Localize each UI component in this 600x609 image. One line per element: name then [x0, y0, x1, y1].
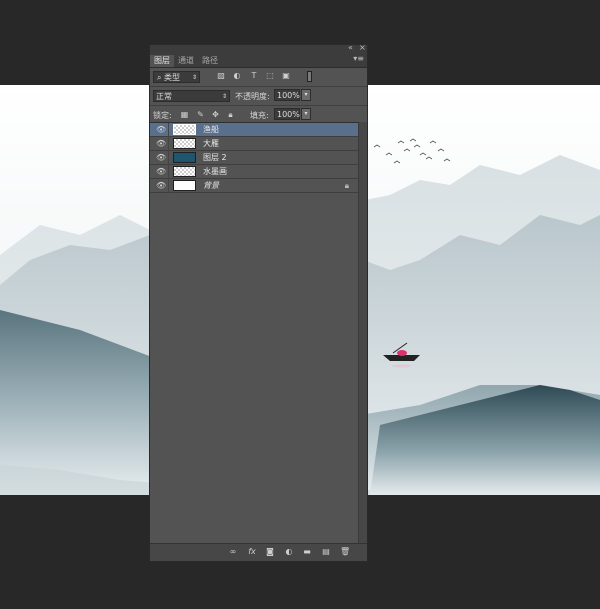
trash-icon[interactable]: 🗑︎ — [340, 547, 350, 557]
opacity-label: 不透明度: — [235, 92, 270, 101]
chevron-updown-icon: ⇕ — [191, 74, 197, 81]
layer-thumbnail — [173, 152, 196, 163]
layer-thumbnail — [173, 124, 196, 135]
eye-icon[interactable]: 👁︎ — [156, 153, 166, 163]
filter-type-label: 类型 — [164, 73, 181, 82]
lock-transparent-pixels-icon[interactable]: ▦ — [180, 110, 189, 119]
eye-icon[interactable]: 👁︎ — [156, 139, 166, 149]
layer-name[interactable]: 渔船 — [203, 124, 219, 136]
layer-row[interactable]: 👁︎ 图层 2 — [150, 151, 359, 165]
layer-filter-select[interactable]: ⌕ 类型 ⇕ — [153, 71, 200, 83]
new-layer-icon[interactable]: ▤ — [321, 547, 331, 557]
chevron-updown-icon: ⇕ — [221, 93, 227, 100]
search-icon: ⌕ — [157, 73, 162, 82]
adjustment-layer-icon[interactable]: ◐ — [284, 547, 294, 557]
pixel-filter-icon[interactable]: ▨ — [216, 71, 226, 81]
type-filter-icon[interactable]: T — [249, 71, 259, 81]
layer-row[interactable]: 👁︎ 水墨画 — [150, 165, 359, 179]
divider — [168, 137, 169, 151]
divider — [168, 165, 169, 179]
add-mask-icon[interactable]: ◙ — [265, 547, 275, 557]
layer-row[interactable]: 👁︎ 渔船 — [150, 123, 359, 137]
new-group-folder-icon[interactable]: ▬ — [302, 547, 312, 557]
filter-row: ⌕ 类型 ⇕ ▨ ◐ T ⬚ ▣ — [150, 68, 367, 86]
fill-input[interactable]: 100% — [274, 108, 300, 120]
opacity-dropdown-button[interactable]: ▾ — [301, 89, 311, 101]
smart-object-filter-icon[interactable]: ▣ — [281, 71, 291, 81]
lock-icon: 🔒︎ — [344, 181, 349, 190]
layer-name[interactable]: 水墨画 — [203, 166, 227, 178]
layers-panel: « × 图层 通道 路径 ▾≡ ⌕ 类型 ⇕ ▨ ◐ T ⬚ ▣ 正常 ⇕ 不透… — [149, 43, 368, 562]
layer-thumbnail — [173, 180, 196, 191]
tab-layers[interactable]: 图层 — [150, 55, 174, 67]
layer-name[interactable]: 背景 — [203, 180, 219, 192]
panel-menu-icon[interactable]: ▾≡ — [353, 54, 364, 63]
eye-icon[interactable]: 👁︎ — [156, 167, 166, 177]
opacity-input[interactable]: 100% — [274, 89, 300, 101]
blend-row: 正常 ⇕ 不透明度: 100% ▾ — [150, 87, 367, 105]
divider — [168, 123, 169, 137]
eye-icon[interactable]: 👁︎ — [156, 125, 166, 135]
lock-label: 锁定: — [153, 111, 172, 120]
layer-style-fx-icon[interactable]: fx — [247, 547, 257, 557]
lock-position-icon[interactable]: ✥ — [211, 110, 220, 119]
panel-title-strip: « × — [150, 43, 367, 54]
layer-row[interactable]: 👁︎ 背景 🔒︎ — [150, 179, 359, 193]
blend-mode-value: 正常 — [156, 92, 172, 101]
shape-filter-icon[interactable]: ⬚ — [265, 71, 275, 81]
layers-list: 👁︎ 渔船 👁︎ 大雁 👁︎ 图层 2 👁︎ 水墨画 👁︎ 背景 🔒︎ — [150, 122, 359, 545]
fill-label: 填充: — [250, 111, 269, 120]
fill-dropdown-button[interactable]: ▾ — [301, 108, 311, 120]
collapse-arrows-icon[interactable]: « — [348, 43, 353, 52]
filter-toggle-switch[interactable] — [307, 71, 312, 82]
layer-thumbnail — [173, 166, 196, 177]
layer-row[interactable]: 👁︎ 大雁 — [150, 137, 359, 151]
close-icon[interactable]: × — [359, 43, 366, 52]
lock-all-icon[interactable]: 🔒︎ — [226, 110, 235, 119]
divider — [168, 179, 169, 193]
eye-icon[interactable]: 👁︎ — [156, 181, 166, 191]
lock-image-pixels-icon[interactable]: ✎ — [196, 110, 205, 119]
divider — [168, 151, 169, 165]
panel-tabs: 图层 通道 路径 ▾≡ — [150, 54, 367, 68]
adjustment-filter-icon[interactable]: ◐ — [232, 71, 242, 81]
layer-thumbnail — [173, 138, 196, 149]
link-layers-icon[interactable]: ∞ — [228, 547, 238, 557]
layer-name[interactable]: 图层 2 — [203, 152, 227, 164]
layers-bottom-toolbar: ∞ fx ◙ ◐ ▬ ▤ 🗑︎ — [150, 543, 367, 561]
blend-mode-select[interactable]: 正常 ⇕ — [153, 90, 230, 102]
layers-scrollbar[interactable] — [358, 122, 367, 544]
layer-name[interactable]: 大雁 — [203, 138, 219, 150]
tab-paths[interactable]: 路径 — [198, 55, 222, 67]
tab-channels[interactable]: 通道 — [174, 55, 198, 67]
